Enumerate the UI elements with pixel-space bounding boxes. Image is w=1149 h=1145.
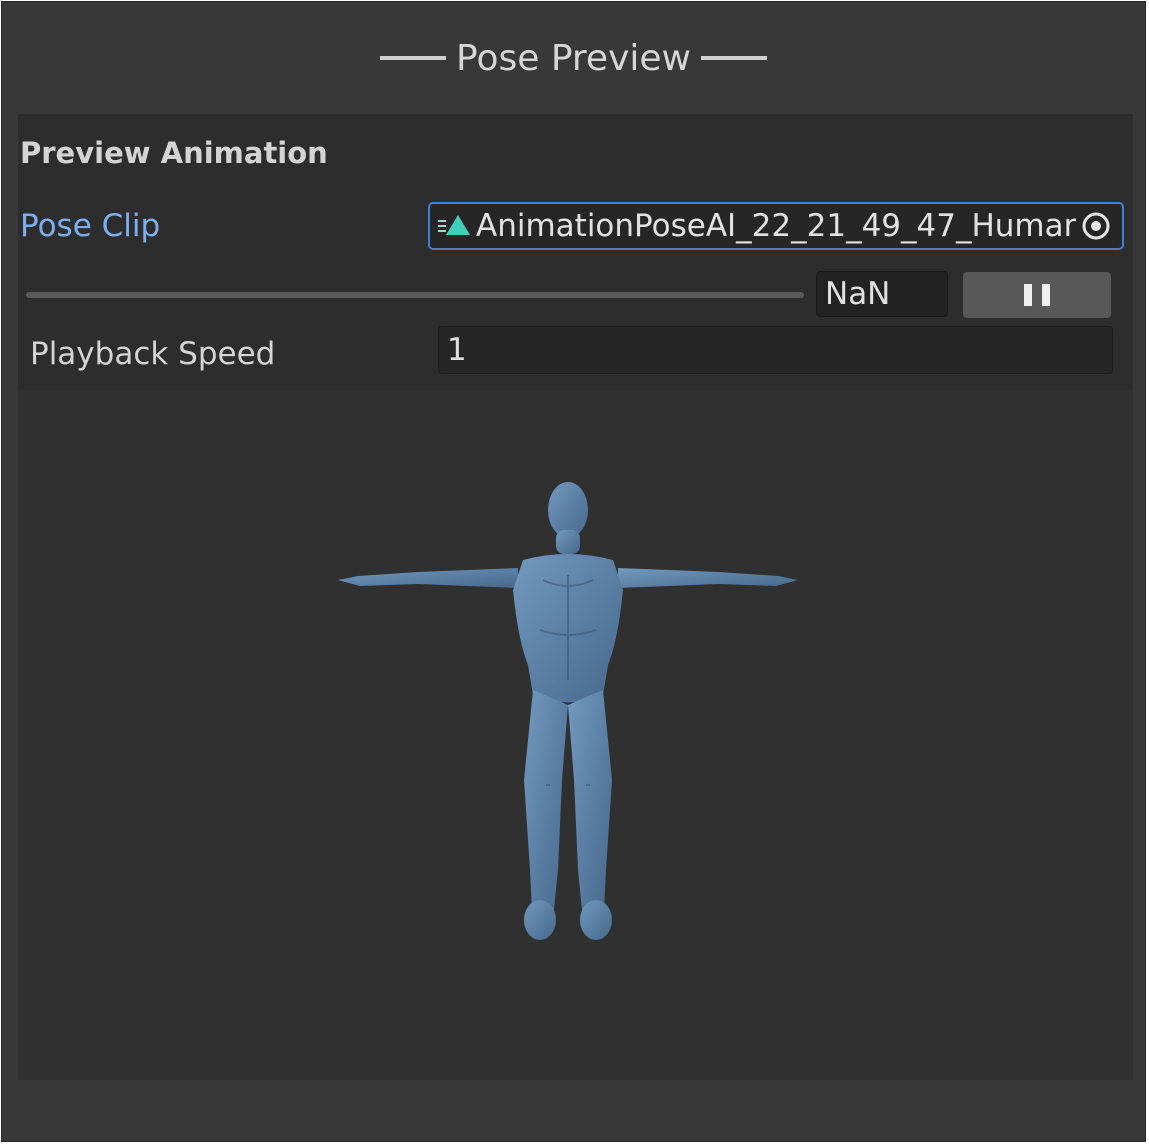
timeline-slider[interactable] [26, 292, 804, 298]
playback-speed-label: Playback Speed [30, 336, 276, 372]
preview-panel: Preview Animation Pose Clip AnimationPos… [18, 114, 1133, 1080]
section-title: Preview Animation [20, 136, 328, 170]
preview-viewport[interactable] [18, 390, 1133, 1080]
header-dash-right [700, 56, 767, 60]
pause-button[interactable] [963, 272, 1111, 318]
pause-icon-bar-right [1042, 284, 1050, 306]
playback-speed-input[interactable]: 1 [438, 326, 1113, 374]
pose-preview-window: Pose Preview Preview Animation Pose Clip… [1, 1, 1146, 1142]
window-title: Pose Preview [456, 37, 691, 79]
pose-clip-field[interactable]: AnimationPoseAI_22_21_49_47_Humano [428, 202, 1124, 250]
header-dash-left [380, 56, 447, 60]
pose-clip-label: Pose Clip [20, 208, 161, 244]
animation-clip-icon [438, 215, 470, 235]
time-field[interactable]: NaN [816, 271, 948, 317]
pause-icon-bar-left [1024, 284, 1032, 306]
window-header: Pose Preview [2, 2, 1145, 114]
pose-clip-value: AnimationPoseAI_22_21_49_47_Humano [476, 208, 1076, 244]
humanoid-model-icon [338, 482, 798, 940]
object-picker-icon[interactable] [1076, 206, 1116, 246]
